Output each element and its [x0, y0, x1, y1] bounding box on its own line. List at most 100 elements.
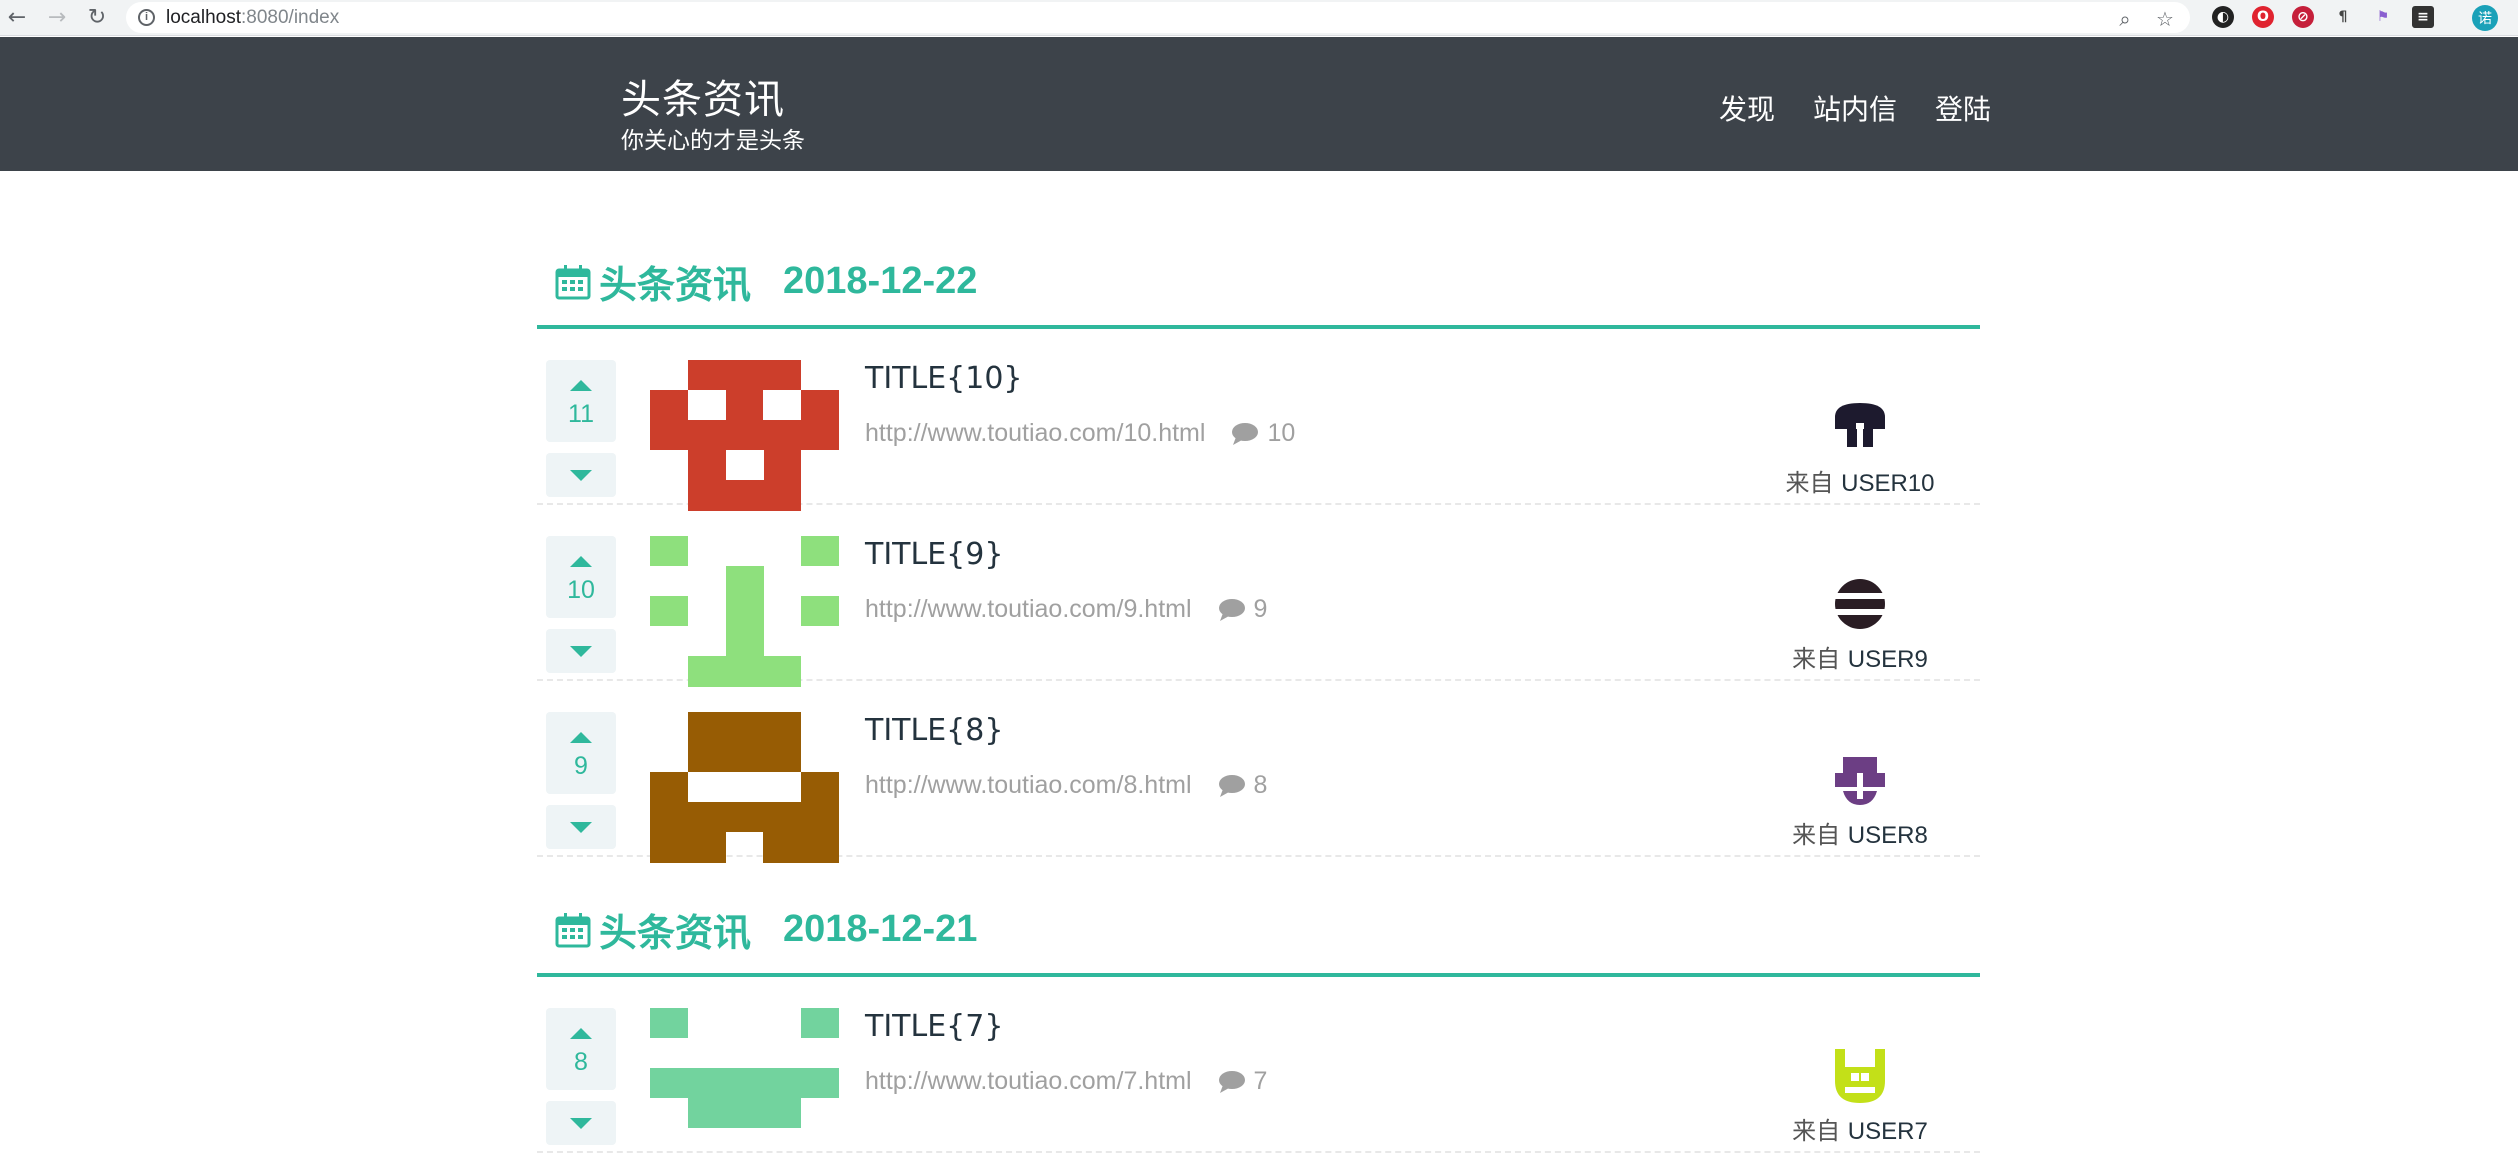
day-header: 头条资讯 2018-12-22 [537, 171, 1980, 329]
author: 来自 USER9 [1780, 573, 1940, 674]
extension-block-icon[interactable]: ⊘ [2292, 6, 2314, 28]
extension-opera-icon[interactable]: O [2252, 6, 2274, 28]
nav-discover-link[interactable]: 发现 [1719, 88, 1775, 128]
author-line: 来自 USER8 [1780, 815, 1940, 850]
extension-dark-icon[interactable]: ◐ [2212, 6, 2234, 28]
news-link[interactable]: http://www.toutiao.com/8.html [865, 771, 1192, 800]
vote-count: 9 [574, 752, 588, 780]
downvote-button[interactable] [546, 629, 616, 673]
caret-down-icon [570, 822, 592, 833]
downvote-button[interactable] [546, 1101, 616, 1145]
caret-up-icon [570, 732, 592, 743]
nav-messages-link[interactable]: 站内信 [1813, 88, 1897, 128]
from-label: 来自 [1792, 821, 1841, 849]
news-link[interactable]: http://www.toutiao.com/9.html [865, 595, 1192, 624]
comment-count: 8 [1253, 771, 1268, 799]
upvote-button[interactable]: 10 [546, 536, 616, 618]
user-avatar[interactable] [1829, 1045, 1891, 1107]
site-title[interactable]: 头条资讯 [621, 67, 785, 125]
day-label: 头条资讯 [599, 263, 752, 307]
day-label: 头条资讯 [599, 911, 752, 955]
comment-icon [1218, 1070, 1245, 1093]
extension-menu-icon[interactable]: ≡ [2412, 6, 2434, 28]
author-name[interactable]: USER9 [1848, 646, 1928, 673]
author-line: 来自 USER7 [1780, 1111, 1940, 1146]
news-meta: http://www.toutiao.com/8.html 8 [865, 771, 1267, 800]
browser-toolbar: ← → ↻ i localhost:8080/index ⌕ ☆ ◐ O ⊘ ¶… [0, 0, 2518, 36]
comment-icon [1218, 598, 1245, 621]
downvote-button[interactable] [546, 805, 616, 849]
caret-down-icon [570, 1118, 592, 1129]
downvote-button[interactable] [546, 453, 616, 497]
comment-icon [1218, 774, 1245, 797]
author-name[interactable]: USER10 [1841, 470, 1934, 497]
reload-icon[interactable]: ↻ [82, 3, 112, 33]
vote-count: 11 [568, 400, 594, 428]
news-thumbnail[interactable] [650, 1008, 839, 1159]
news-thumbnail[interactable] [650, 712, 839, 863]
author-name[interactable]: USER8 [1848, 822, 1928, 849]
news-item: 11 TITLE{10} http://www.toutiao.com/10.h… [537, 329, 1980, 511]
user-avatar[interactable] [1829, 573, 1891, 635]
caret-up-icon [570, 556, 592, 567]
news-link[interactable]: http://www.toutiao.com/7.html [865, 1067, 1192, 1096]
news-title[interactable]: TITLE{10} [865, 361, 1023, 396]
author: 来自 USER7 [1780, 1045, 1940, 1146]
news-link[interactable]: http://www.toutiao.com/10.html [865, 419, 1205, 448]
upvote-button[interactable]: 8 [546, 1008, 616, 1090]
day-date: 2018-12-22 [783, 260, 978, 302]
calendar-icon [555, 264, 591, 299]
forward-icon[interactable]: → [42, 3, 72, 33]
upvote-button[interactable]: 11 [546, 360, 616, 442]
site-header: 头条资讯 你关心的才是头条 发现 站内信 登陆 [0, 37, 2518, 171]
news-item: 10 TITLE{9} http://www.toutiao.com/9.htm… [537, 505, 1980, 687]
news-meta: http://www.toutiao.com/10.html 10 [865, 419, 1295, 448]
from-label: 来自 [1792, 1117, 1841, 1145]
news-thumbnail[interactable] [650, 536, 839, 687]
day-header: 头条资讯 2018-12-21 [537, 857, 1980, 977]
upvote-button[interactable]: 9 [546, 712, 616, 794]
author-line: 来自 USER10 [1780, 463, 1940, 498]
nav-login-link[interactable]: 登陆 [1935, 88, 1991, 128]
caret-down-icon [570, 646, 592, 657]
site-info-icon[interactable]: i [138, 9, 155, 26]
news-feed: 头条资讯 2018-12-22 11 TITLE{10} http://www.… [537, 171, 1980, 1153]
vote-count: 10 [567, 576, 595, 604]
author-line: 来自 USER9 [1780, 639, 1940, 674]
comment-count: 7 [1253, 1067, 1268, 1095]
caret-down-icon [570, 470, 592, 481]
author-name[interactable]: USER7 [1848, 1118, 1928, 1145]
news-item: 8 TITLE{7} http://www.toutiao.com/7.html… [537, 977, 1980, 1153]
extension-flag-icon[interactable]: ⚑ [2372, 6, 2394, 28]
bookmark-star-icon[interactable]: ☆ [2152, 6, 2178, 32]
news-thumbnail[interactable] [650, 360, 839, 511]
comment-count: 9 [1253, 595, 1268, 623]
from-label: 来自 [1792, 645, 1841, 673]
day-date: 2018-12-21 [783, 908, 978, 950]
news-title[interactable]: TITLE{9} [865, 537, 1003, 572]
news-item: 9 TITLE{8} http://www.toutiao.com/8.html… [537, 681, 1980, 863]
user-avatar[interactable] [1829, 749, 1891, 811]
news-meta: http://www.toutiao.com/9.html 9 [865, 595, 1267, 624]
caret-up-icon [570, 380, 592, 391]
news-title[interactable]: TITLE{7} [865, 1009, 1003, 1044]
extension-pilcrow-icon[interactable]: ¶ [2332, 6, 2354, 28]
author: 来自 USER10 [1780, 397, 1940, 498]
caret-up-icon [570, 1028, 592, 1039]
zoom-icon[interactable]: ⌕ [2112, 6, 2138, 32]
news-meta: http://www.toutiao.com/7.html 7 [865, 1067, 1267, 1096]
user-avatar[interactable] [1829, 397, 1891, 459]
vote-count: 8 [574, 1048, 588, 1076]
author: 来自 USER8 [1780, 749, 1940, 850]
news-title[interactable]: TITLE{8} [865, 713, 1003, 748]
comment-icon [1232, 422, 1259, 445]
from-label: 来自 [1785, 469, 1834, 497]
comment-count: 10 [1267, 419, 1296, 447]
top-nav: 发现 站内信 登陆 [1719, 88, 1991, 128]
profile-avatar[interactable]: 诺 [2472, 5, 2498, 31]
calendar-icon [555, 912, 591, 947]
address-url[interactable]: localhost:8080/index [166, 7, 339, 29]
address-bar[interactable]: i localhost:8080/index ⌕ ☆ [126, 2, 2190, 33]
site-subtitle: 你关心的才是头条 [621, 128, 805, 154]
back-icon[interactable]: ← [2, 3, 32, 33]
